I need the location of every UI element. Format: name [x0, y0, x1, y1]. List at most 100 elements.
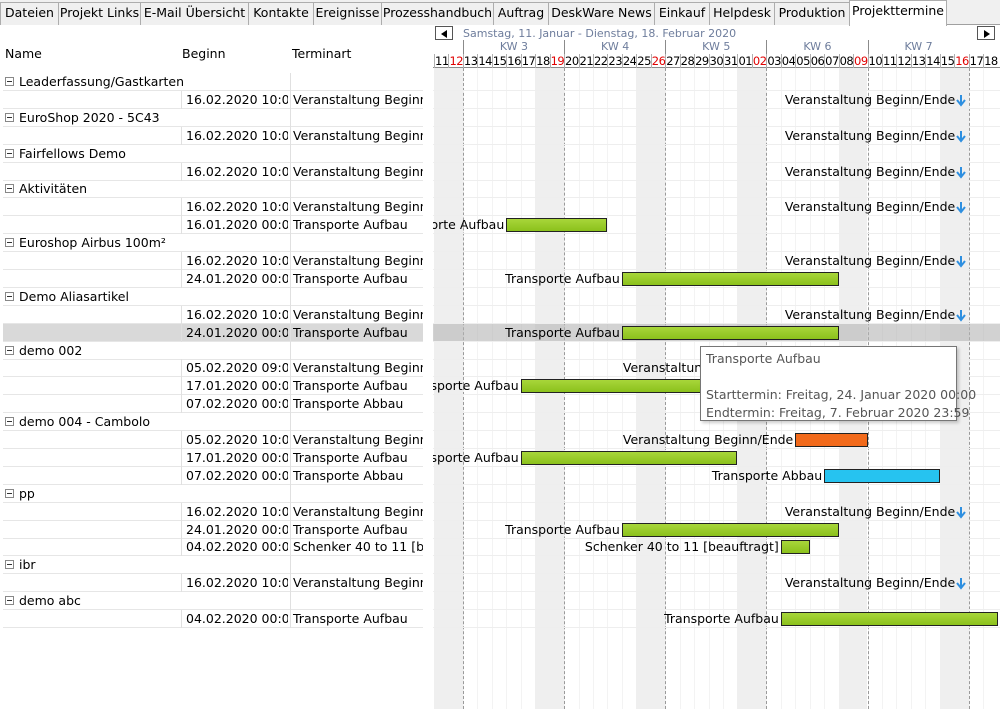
- group-row[interactable]: Leaderfassung/Gastkarten: [3, 73, 423, 91]
- gantt-row[interactable]: Transporte Aufbau: [433, 449, 1000, 467]
- gantt-row[interactable]: Transporte Aufbau: [433, 270, 1000, 288]
- gantt-bar[interactable]: [824, 468, 940, 483]
- group-row[interactable]: Euroshop Airbus 100m²: [3, 234, 423, 253]
- group-blank-cell: [290, 413, 423, 432]
- milestone-arrow-icon[interactable]: [956, 130, 966, 143]
- appointment-row[interactable]: 16.02.2020 10:00 Veranstaltung Beginn/: [3, 305, 423, 324]
- column-header-begin[interactable]: Beginn: [182, 46, 226, 61]
- tab-projekttermine[interactable]: Projekttermine: [849, 0, 947, 26]
- tab-einkauf[interactable]: Einkauf: [654, 2, 710, 25]
- collapse-icon[interactable]: [5, 148, 14, 158]
- week-label: KW 3: [462, 40, 564, 54]
- collapse-icon[interactable]: [5, 184, 14, 194]
- gantt-row[interactable]: Transporte Aufbau: [433, 610, 1000, 628]
- appointment-row[interactable]: 16.02.2020 10:00 Veranstaltung Beginn/: [3, 574, 423, 593]
- appointment-row[interactable]: 17.01.2020 00:00 Transporte Aufbau: [3, 448, 423, 467]
- begin-cell: 24.01.2020 00:00: [181, 323, 288, 342]
- appointment-row[interactable]: 16.02.2020 10:00 Veranstaltung Beginn/: [3, 252, 423, 270]
- group-row[interactable]: Demo Aliasartikel: [3, 287, 423, 306]
- appointment-row[interactable]: 16.02.2020 10:00 Veranstaltung Beginn/: [3, 162, 423, 181]
- gantt-row[interactable]: Veranstaltung Beginn/Ende: [433, 127, 1000, 145]
- tab-deskware-news[interactable]: DeskWare News: [548, 2, 655, 25]
- gantt-row[interactable]: Veranstaltung Beginn/Ende: [433, 503, 1000, 521]
- group-row[interactable]: demo 002: [3, 341, 423, 360]
- gantt-row[interactable]: Veranstaltung Beginn/Ende: [433, 91, 1000, 109]
- appointment-row[interactable]: 05.02.2020 09:00 Veranstaltung Beginn/: [3, 359, 423, 378]
- milestone-arrow-icon[interactable]: [956, 256, 966, 268]
- milestone-arrow-icon[interactable]: [956, 578, 966, 590]
- collapse-icon[interactable]: [5, 291, 14, 301]
- appointment-row[interactable]: 07.02.2020 00:00 Transporte Abbau: [3, 395, 423, 414]
- bar-label: Veranstaltung Beginn/Ende: [784, 91, 956, 107]
- group-row[interactable]: EuroShop 2020 - 5C43: [3, 108, 423, 127]
- tab-kontakte[interactable]: Kontakte: [248, 2, 314, 25]
- appointment-row[interactable]: 04.02.2020 00:00 Schenker 40 to 11 [be: [3, 538, 423, 557]
- gantt-bar[interactable]: [621, 271, 839, 286]
- milestone-arrow-icon[interactable]: [956, 166, 966, 179]
- tab-dateien[interactable]: Dateien: [0, 2, 59, 25]
- gantt-bar[interactable]: [506, 218, 608, 233]
- tab-produktion[interactable]: Produktion: [774, 2, 850, 25]
- appointment-row[interactable]: 16.02.2020 10:00 Veranstaltung Beginn/: [3, 90, 423, 109]
- group-row[interactable]: demo 004 - Cambolo: [3, 413, 423, 432]
- tab-projekt-links[interactable]: Projekt Links: [58, 2, 141, 25]
- milestone-arrow-icon[interactable]: [956, 309, 966, 322]
- gantt-bar[interactable]: [520, 450, 738, 465]
- gantt-row[interactable]: Veranstaltung Beginn/Ende: [433, 163, 1000, 181]
- tab-ereignisse[interactable]: Ereignisse: [313, 2, 382, 25]
- milestone-arrow-icon[interactable]: [956, 94, 966, 107]
- appointment-row[interactable]: 24.01.2020 00:00 Transporte Aufbau: [3, 520, 423, 539]
- gantt-bar[interactable]: [621, 522, 839, 537]
- group-blank-cell: [290, 341, 423, 360]
- appointment-row[interactable]: 16.02.2020 10:00 Veranstaltung Beginn/: [3, 126, 423, 145]
- tab-e-mail-bersicht[interactable]: E-Mail Übersicht: [140, 2, 249, 25]
- appointment-row[interactable]: 16.02.2020 10:00 Veranstaltung Beginn/: [3, 502, 423, 521]
- appointment-row[interactable]: 16.02.2020 10:00 Veranstaltung Beginn/: [3, 198, 423, 217]
- collapse-icon[interactable]: [5, 345, 14, 355]
- appointment-row[interactable]: 16.01.2020 00:00 Transporte Aufbau: [3, 216, 423, 235]
- gantt-bar[interactable]: [621, 325, 839, 340]
- appointment-row[interactable]: 24.01.2020 00:00 Transporte Aufbau: [3, 269, 423, 288]
- scroll-left-button[interactable]: [435, 26, 453, 40]
- appointment-row[interactable]: 17.01.2020 00:00 Transporte Aufbau: [3, 377, 423, 396]
- gantt-row[interactable]: Transporte Aufbau: [433, 216, 1000, 235]
- gantt-bar[interactable]: [780, 540, 810, 555]
- group-row[interactable]: pp: [3, 484, 423, 503]
- gantt-bar[interactable]: [795, 433, 868, 447]
- tab-auftrag[interactable]: Auftrag: [493, 2, 549, 25]
- gantt-bar[interactable]: [780, 612, 998, 626]
- gantt-row[interactable]: Veranstaltung Beginn/Ende: [433, 306, 1000, 324]
- collapse-icon[interactable]: [5, 238, 14, 248]
- group-row[interactable]: Fairfellows Demo: [3, 144, 423, 163]
- group-row[interactable]: demo abc: [3, 592, 423, 611]
- collapse-icon[interactable]: [5, 77, 14, 86]
- appointment-row[interactable]: 05.02.2020 10:00 Veranstaltung Beginn/: [3, 431, 423, 449]
- column-header-name[interactable]: Name: [5, 46, 42, 61]
- group-row[interactable]: ibr: [3, 556, 423, 575]
- column-header-type[interactable]: Terminart: [292, 46, 351, 61]
- gantt-row[interactable]: Schenker 40 to 11 [beauftragt]: [433, 538, 1000, 557]
- gantt-row[interactable]: Veranstaltung Beginn/Ende: [433, 252, 1000, 270]
- gantt-row[interactable]: Veranstaltung Beginn/Ende: [433, 574, 1000, 593]
- gantt-row[interactable]: Transporte Aufbau: [433, 521, 1000, 539]
- group-name: demo 004 - Cambolo: [19, 414, 151, 430]
- gantt-row[interactable]: Veranstaltung Beginn/Ende: [433, 431, 1000, 449]
- appointment-row[interactable]: 24.01.2020 00:00 Transporte Aufbau: [3, 323, 423, 342]
- collapse-icon[interactable]: [5, 417, 14, 427]
- gantt-row[interactable]: Transporte Abbau: [433, 467, 1000, 485]
- tab-helpdesk[interactable]: Helpdesk: [709, 2, 775, 25]
- begin-cell: 24.01.2020 00:00: [181, 520, 288, 539]
- collapse-icon[interactable]: [5, 488, 14, 498]
- milestone-arrow-icon[interactable]: [956, 506, 966, 519]
- scroll-right-button[interactable]: [977, 26, 995, 40]
- collapse-icon[interactable]: [5, 560, 14, 570]
- appointment-row[interactable]: 04.02.2020 00:00 Transporte Aufbau: [3, 610, 423, 628]
- appointment-row[interactable]: 07.02.2020 00:00 Transporte Abbau: [3, 466, 423, 485]
- group-row[interactable]: Aktivitäten: [3, 180, 423, 199]
- gantt-row[interactable]: Transporte Aufbau: [433, 323, 1000, 342]
- tab-prozesshandbuch[interactable]: Prozesshandbuch: [381, 2, 494, 25]
- milestone-arrow-icon[interactable]: [956, 202, 966, 214]
- gantt-row[interactable]: Veranstaltung Beginn/Ende: [433, 198, 1000, 217]
- collapse-icon[interactable]: [5, 596, 14, 606]
- collapse-icon[interactable]: [5, 112, 14, 122]
